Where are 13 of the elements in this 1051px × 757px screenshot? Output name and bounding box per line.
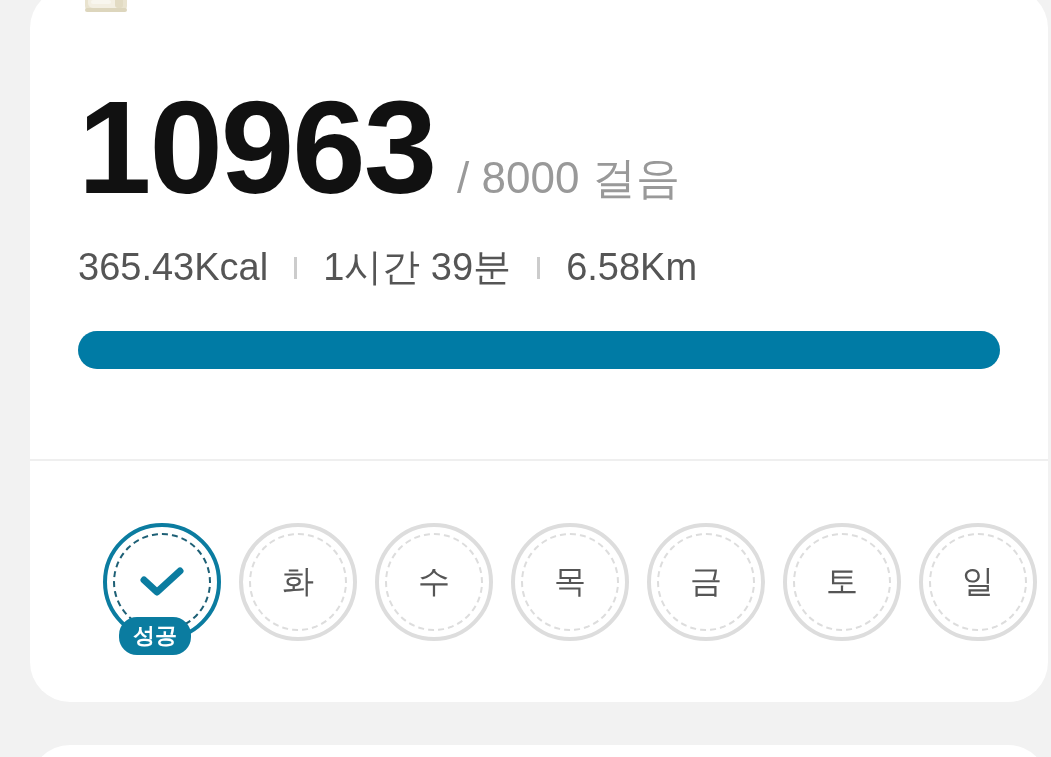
checkmark-icon [139, 567, 185, 597]
stat-value: 6.58Km [566, 246, 698, 289]
day-circle[interactable]: 금 [647, 523, 765, 641]
day-circle[interactable]: 목 [511, 523, 629, 641]
step-goal: / 8000 걸음 [457, 152, 680, 204]
stat-value: 1시간 39분 [323, 245, 512, 290]
step-count: 10963 [78, 82, 436, 214]
day-circle[interactable]: 일 [919, 523, 1037, 641]
day-circle[interactable]: 토 [783, 523, 901, 641]
stat-value: 365.43Kcal [78, 246, 269, 289]
day-circle[interactable]: 화 [239, 523, 357, 641]
day-circle[interactable]: 수 [375, 523, 493, 641]
success-badge: 성공 [119, 617, 191, 655]
